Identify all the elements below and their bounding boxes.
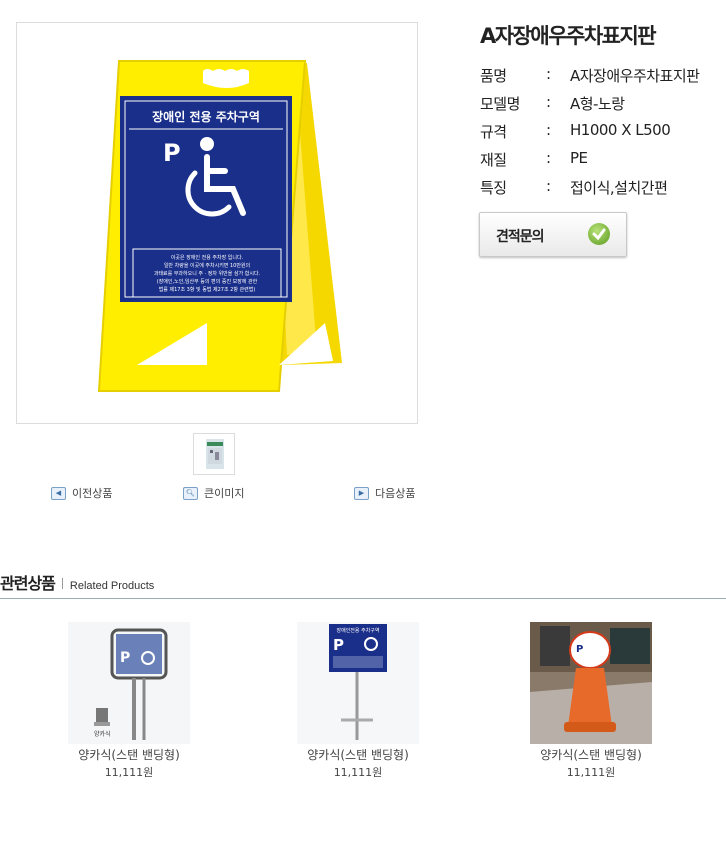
svg-text:P: P [333, 636, 344, 654]
spec-row-name: 품명 : A자장애우주차표지판 [480, 65, 700, 85]
related-item-price-3: 11,111원 [566, 766, 616, 779]
arrow-left-icon: ◀ [51, 486, 66, 500]
quote-inquiry-button[interactable]: 견적문의 [479, 212, 627, 257]
magnifier-icon: 🔍︎ [183, 486, 198, 500]
svg-text:이곳은 장애인 전용 주차장 입니다.: 이곳은 장애인 전용 주차장 입니다. [171, 254, 244, 261]
spec-row-model: 모델명 : A형-노랑 [480, 93, 625, 113]
related-item-image-3[interactable]: P [530, 622, 652, 744]
svg-text:(장애인,노인,임산부 등의 편의 증진 보장에 관한: (장애인,노인,임산부 등의 편의 증진 보장에 관한 [157, 278, 258, 285]
related-item-name-1[interactable]: 양카식(스탠 밴딩형) [49, 746, 209, 763]
sign-handle [203, 69, 249, 88]
svg-text:P: P [120, 650, 130, 666]
sign-title: 장애인 전용 주차구역 [152, 109, 260, 124]
related-title-en: Related Products [69, 580, 155, 592]
svg-text:법률 제17조 3항 및 동법 제27조 2항 관련법): 법률 제17조 3항 및 동법 제27조 2항 관련법) [159, 286, 256, 293]
zoom-image-label: 큰이미지 [204, 487, 245, 500]
svg-text:일반 차량을 이곳에 주차시키면 10만원의: 일반 차량을 이곳에 주차시키면 10만원의 [164, 262, 250, 269]
sign-p-letter: P [163, 139, 181, 167]
next-product-label: 다음상품 [375, 487, 416, 500]
related-title-ko: 관련상품 [0, 574, 56, 593]
check-icon [588, 223, 610, 245]
spec-row-size: 규격 : H1000 X L500 [480, 121, 671, 141]
spec-row-material: 재질 : PE [480, 149, 588, 169]
svg-text:양카식: 양카식 [94, 730, 111, 738]
arrow-right-icon: ▶ [354, 486, 369, 500]
related-item-image-2[interactable]: 장애인전용 주차구역 P [297, 622, 419, 744]
related-item-price-1: 11,111원 [104, 766, 154, 779]
related-products-heading: 관련상품 Related Products [0, 570, 154, 594]
thumbnail-image[interactable] [193, 433, 235, 475]
prev-product-label: 이전상품 [72, 487, 113, 500]
main-product-image[interactable]: 장애인 전용 주차구역 P 이곳은 장애인 전용 주차장 입니다. 일반 차량을… [16, 22, 418, 424]
related-item-image-1[interactable]: P 양카식 [68, 622, 190, 744]
related-item-name-2[interactable]: 양카식(스탠 밴딩형) [278, 746, 438, 763]
svg-text:장애인전용 주차구역: 장애인전용 주차구역 [337, 627, 380, 634]
related-divider-line [0, 598, 726, 599]
product-title: A자장애우주차표지판 [480, 24, 657, 48]
next-product-link[interactable]: ▶ 다음상품 [354, 485, 415, 501]
svg-text:P: P [576, 644, 583, 655]
quote-button-label: 견적문의 [496, 229, 545, 245]
a-frame-sign-illustration: 장애인 전용 주차구역 P 이곳은 장애인 전용 주차장 입니다. 일반 차량을… [97, 60, 342, 392]
prev-product-link[interactable]: ◀ 이전상품 [51, 485, 112, 501]
related-item-price-2: 11,111원 [333, 766, 383, 779]
related-item-name-3[interactable]: 양카식(스탠 밴딩형) [511, 746, 671, 763]
heading-divider [61, 578, 63, 589]
svg-text:과태료를 부과하오니 주 · 정차 위반을 삼가 합시다.: 과태료를 부과하오니 주 · 정차 위반을 삼가 합시다. [154, 270, 261, 277]
zoom-image-link[interactable]: 🔍︎ 큰이미지 [183, 485, 244, 501]
spec-row-feature: 특징 : 접이식,설치간편 [480, 177, 668, 197]
